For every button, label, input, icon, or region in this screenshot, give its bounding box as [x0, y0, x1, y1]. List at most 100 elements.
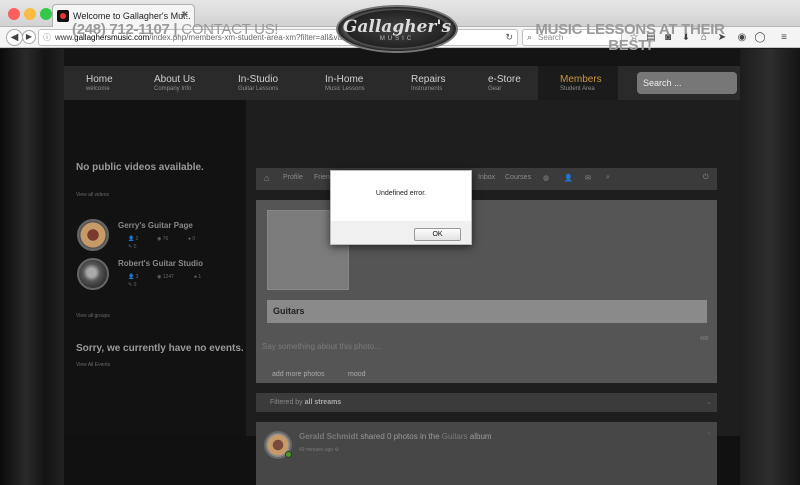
menu-icon[interactable]: ≡ — [778, 31, 790, 45]
friend-requests-icon[interactable]: 👤 — [564, 174, 573, 182]
phone-text: (248) 712-1107 | — [72, 21, 182, 38]
menu-item-sub: Gear — [488, 86, 502, 92]
close-window-button[interactable] — [8, 8, 20, 20]
filter-label: Filtered by — [270, 399, 305, 406]
feed-album-link[interactable]: Guitars — [442, 432, 468, 441]
ok-button[interactable]: OK — [414, 228, 461, 241]
group-comments-count: ● 1 — [194, 274, 202, 280]
feed-timestamp: 49 minutes ago ⚙ — [299, 447, 340, 453]
reload-icon[interactable]: ↻ — [505, 30, 513, 45]
menu-item-sub: Company Info — [154, 86, 192, 92]
search-icon[interactable]: ⌕ — [606, 174, 610, 182]
stream-filter-bar[interactable]: Filtered by all streams — [256, 393, 717, 412]
dialog-message: Undefined error. — [375, 190, 427, 197]
menu-item-repairs[interactable]: Repairs Instruments — [386, 66, 472, 100]
menu-item-sub: Instruments — [411, 86, 443, 92]
menu-item-in-home[interactable]: In-Home Music Lessons — [300, 66, 386, 100]
menu-item-title: Repairs — [411, 74, 446, 85]
nav-inbox[interactable]: Inbox — [478, 174, 495, 181]
filter-value: all streams — [304, 399, 342, 406]
group-views-count: ◉ 76 — [157, 236, 169, 242]
feed-action-text: shared 0 photos in the — [358, 432, 442, 441]
menu-item-members[interactable]: Members Student Area — [538, 66, 618, 100]
views-count: 1247 — [162, 274, 174, 280]
group-views-count: ◉ 1247 — [157, 274, 174, 280]
minimize-window-button[interactable] — [24, 8, 36, 20]
tab-title: Welcome to Gallagher's Mu... — [73, 11, 191, 21]
group-edits-count: ✎ 0 — [128, 244, 137, 250]
nav-profile[interactable]: Profile — [283, 174, 303, 181]
menu-item-about-us[interactable]: About Us Company Info — [128, 66, 214, 100]
comments-count: 1 — [198, 274, 202, 280]
menu-item-title: In-Home — [325, 74, 364, 85]
menu-item-title: About Us — [154, 74, 196, 85]
edits-count: 0 — [133, 244, 137, 250]
group-edits-count: ✎ 0 — [128, 282, 137, 288]
photo-caption-input[interactable]: Say something about this photo... — [262, 342, 381, 351]
mail-icon[interactable]: ✉ — [585, 174, 591, 182]
logout-power-icon[interactable]: ⏻ — [703, 174, 709, 182]
menu-item-title: Home — [86, 74, 113, 85]
wood-background-left — [0, 49, 64, 485]
group-avatar[interactable] — [77, 258, 109, 290]
logo-subtext: MUSIC — [379, 36, 415, 42]
events-heading: Sorry, we currently have no events. — [76, 343, 244, 354]
comments-count: 0 — [192, 236, 196, 242]
views-count: 76 — [162, 236, 169, 242]
menu-item-sub: Music Lessons — [325, 86, 365, 92]
menu-item-home[interactable]: Home welcome — [64, 66, 128, 100]
site-info-icon[interactable]: ⓘ — [43, 30, 51, 45]
error-dialog: Undefined error. OK — [330, 170, 472, 245]
forward-arrow-icon[interactable]: ▶ — [22, 30, 36, 44]
site-search-input[interactable]: Search ... — [637, 72, 737, 94]
group-members-count: 👤 2 — [128, 236, 139, 242]
add-more-photos-button[interactable]: add more photos — [272, 368, 325, 382]
edits-count: 0 — [133, 282, 137, 288]
char-count: 400 — [700, 336, 709, 342]
back-arrow-icon[interactable]: ◀ — [6, 29, 23, 46]
home-icon[interactable]: ⌂ — [264, 173, 269, 183]
members-count: 2 — [135, 236, 139, 242]
view-all-videos-link[interactable]: View all videos — [76, 192, 109, 198]
online-status-icon — [285, 451, 292, 458]
group-members-count: 👤 3 — [128, 274, 139, 280]
menu-item-sub: welcome — [86, 86, 110, 92]
contact-us-link[interactable]: CONTACT US! — [181, 21, 278, 38]
maximize-window-button[interactable] — [40, 8, 52, 20]
menu-item-sub: Guitar Lessons — [238, 86, 279, 92]
site-tagline: MUSIC LESSONS AT THEIR BEST! — [535, 21, 725, 54]
group-name-robert[interactable]: Robert's Guitar Studio — [118, 259, 203, 268]
globe-icon[interactable]: ◍ — [543, 174, 549, 182]
chevron-down-icon[interactable]: ⌄ — [706, 428, 712, 436]
menu-item-title: Members — [560, 74, 602, 85]
feed-time-text: 49 minutes ago — [299, 447, 334, 453]
new-tab-button[interactable]: + — [180, 6, 188, 22]
group-avatar[interactable] — [77, 219, 109, 251]
logo-text: Gallagher's — [342, 17, 452, 37]
phone-number: (248) 712-1107 | CONTACT US! — [72, 21, 278, 38]
nav-friends[interactable]: Frien — [314, 174, 330, 181]
feed-item-text: Gerald Schmidt shared 0 photos in the Gu… — [299, 432, 492, 441]
social-toolbar: ⌂ Profile Frien Inbox Courses ◍ 👤 ✉ ⌕ ⏻ — [256, 168, 717, 190]
group-comments-count: ● 0 — [188, 236, 196, 242]
site-logo[interactable]: Gallagher's MUSIC — [336, 5, 458, 53]
menu-item-e-store[interactable]: e-Store Gear — [472, 66, 538, 100]
site-favicon-icon — [57, 10, 69, 22]
group-name-gerry[interactable]: Gerry's Guitar Page — [118, 221, 193, 230]
nav-courses[interactable]: Courses — [505, 174, 531, 181]
chat-icon[interactable]: ◯ — [754, 31, 766, 45]
view-all-groups-link[interactable]: View all groups — [76, 313, 110, 319]
menu-item-title: e-Store — [488, 74, 521, 85]
chevron-down-icon[interactable]: ⌄ — [706, 393, 712, 412]
wood-background-right — [740, 49, 800, 485]
feed-user-link[interactable]: Gerald Schmidt — [299, 432, 358, 441]
mood-button[interactable]: mood — [348, 368, 366, 382]
menu-item-in-studio[interactable]: In-Studio Guitar Lessons — [214, 66, 300, 100]
menu-item-title: In-Studio — [238, 74, 279, 85]
album-title: Guitars — [267, 300, 707, 323]
menu-item-sub: Student Area — [560, 86, 595, 92]
members-count: 3 — [135, 274, 139, 280]
videos-heading: No public videos available. — [76, 162, 204, 173]
feed-suffix-text: album — [467, 432, 492, 441]
view-all-events-link[interactable]: View All Events — [76, 362, 110, 368]
